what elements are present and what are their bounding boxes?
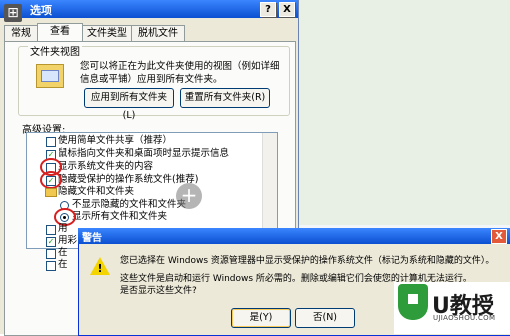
zoom-plus-icon: + [176,183,202,209]
apply-to-all-folders-button[interactable]: 应用到所有文件夹(L) [84,88,174,121]
folder-view-text-line-1: 您可以将正在为此文件夹使用的视图（例如详细 [80,61,280,72]
setting-partial-row[interactable]: 在 [58,247,68,259]
setting-hide-protected-os-files[interactable]: 隐藏受保护的操作系统文件(推荐) [58,174,198,186]
setting-show-all-files[interactable]: 显示所有文件和文件夹 [72,211,167,223]
reset-all-folders-button[interactable]: 重置所有文件夹(R) [180,88,270,108]
warning-title-bar[interactable]: 警告 [78,228,510,244]
no-button[interactable]: 否(N) [295,308,355,328]
folder-view-icon [36,64,64,88]
yes-button[interactable]: 是(Y) [231,308,291,328]
background-window [298,0,510,225]
windows-shield-icon [398,284,428,320]
warning-close-button[interactable]: X [491,229,507,244]
setting-partial-row[interactable]: 用 [58,223,68,235]
help-button[interactable]: ? [260,2,276,17]
simple-sharing-checkbox[interactable] [46,137,56,147]
folder-icon [45,188,57,197]
tab-general[interactable]: 常规 [4,25,38,42]
watermark-url: UJIAOSHOU.COM [433,314,496,322]
close-button[interactable]: X [279,2,295,17]
setting-show-tooltips[interactable]: 鼠标指向文件夹和桌面项时显示提示信息 [58,148,229,160]
folder-view-description: 您可以将正在为此文件夹使用的视图（例如详细 信息或平铺）应用到所有文件夹。 [80,60,280,86]
setting-checkbox[interactable] [46,249,56,259]
setting-checkbox[interactable] [46,261,56,271]
setting-hidden-files-group: 隐藏文件和文件夹 [58,186,135,197]
setting-simple-sharing[interactable]: 使用简单文件共享（推荐） [58,135,172,147]
folder-view-text-line-2: 信息或平铺）应用到所有文件夹。 [80,74,223,85]
warning-exclamation-icon: ! [97,262,103,275]
folder-options-app-icon: ⊞ [4,4,22,22]
dialog-title-bar[interactable]: 选项 ? X [0,0,298,18]
setting-partial-row[interactable]: 用彩 [58,235,77,247]
folder-view-group-label: 文件夹视图 [28,43,82,58]
setting-dont-show-hidden[interactable]: 不显示隐藏的文件和文件夹 [72,199,186,211]
dialog-title: 选项 [30,4,52,17]
setting-checkbox[interactable] [46,225,56,235]
setting-partial-row[interactable]: 在 [58,259,68,271]
warning-title: 警告 [82,233,102,244]
setting-show-system-folder[interactable]: 显示系统文件夹的内容 [58,161,153,173]
warning-message-1: 您已选择在 Windows 资源管理器中显示受保护的操作系统文件（标记为系统和隐… [120,256,495,266]
setting-checkbox[interactable]: ✓ [46,237,56,247]
tab-file-types[interactable]: 文件类型 [82,25,132,42]
tab-offline-files[interactable]: 脱机文件 [131,25,185,42]
tab-view[interactable]: 查看 [37,23,83,42]
